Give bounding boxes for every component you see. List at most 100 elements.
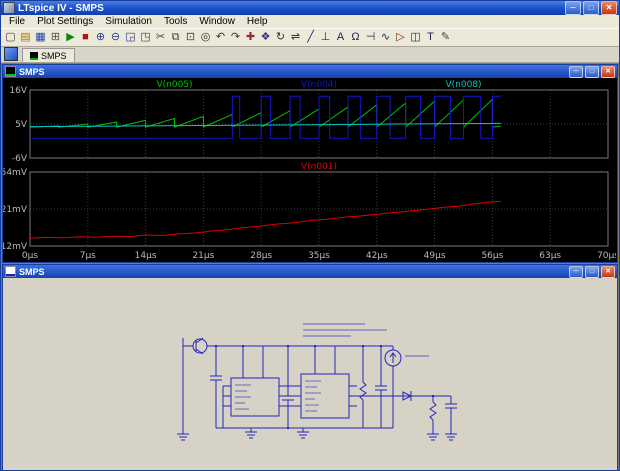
menu-file[interactable]: File	[3, 16, 31, 27]
tool-find-icon[interactable]: ◎	[198, 30, 213, 45]
tab-smps[interactable]: SMPS	[22, 48, 75, 62]
waveform-window-icon	[5, 66, 16, 77]
ground-symbol	[445, 430, 457, 440]
tool-capacitor-icon[interactable]: ⊣	[363, 30, 378, 45]
tool-open-file-icon[interactable]: ▤	[18, 30, 33, 45]
tool-zoom-fit-icon[interactable]: ◳	[138, 30, 153, 45]
tool-zoom-in-icon[interactable]: ⊕	[93, 30, 108, 45]
tool-ground-icon[interactable]: ⊥	[318, 30, 333, 45]
tool-rotate-icon[interactable]: ↻	[273, 30, 288, 45]
window-title: LTspice IV - SMPS	[18, 3, 562, 14]
menubar: File Plot Settings Simulation Tools Wind…	[1, 15, 619, 28]
capacitor-symbol	[282, 396, 294, 400]
ic1-symbol	[223, 378, 287, 428]
ground-symbol	[245, 428, 257, 438]
schematic-close-button[interactable]: ✕	[601, 266, 615, 278]
tool-cut-icon[interactable]: ✂	[153, 30, 168, 45]
tool-net-label-icon[interactable]: A	[333, 30, 348, 45]
app-icon	[3, 2, 15, 14]
waveform-close-button[interactable]: ✕	[601, 66, 615, 78]
tool-copy-icon[interactable]: ⧉	[168, 30, 183, 45]
menu-window[interactable]: Window	[193, 16, 241, 27]
schematic-drawing	[177, 324, 457, 440]
waveform-maximize-button[interactable]: □	[585, 66, 599, 78]
svg-text:49μs: 49μs	[424, 251, 446, 261]
tool-text-tool-icon[interactable]: T	[423, 30, 438, 45]
resistor-symbol	[360, 382, 366, 400]
active-window-icon[interactable]	[4, 47, 18, 61]
tool-zoom-out-icon[interactable]: ⊖	[108, 30, 123, 45]
capacitor-symbol	[375, 386, 387, 390]
tool-run-icon[interactable]: ▶	[63, 30, 78, 45]
svg-text:V(n008): V(n008)	[445, 80, 481, 90]
ic2-symbol	[287, 374, 357, 418]
tool-undo-icon[interactable]: ↶	[213, 30, 228, 45]
svg-text:56μs: 56μs	[481, 251, 503, 261]
svg-text:16V: 16V	[9, 86, 27, 96]
tool-redo-icon[interactable]: ↷	[228, 30, 243, 45]
waveform-window-title: SMPS	[19, 67, 566, 77]
schematic-window-title: SMPS	[19, 267, 566, 277]
tool-inductor-icon[interactable]: ∿	[378, 30, 393, 45]
schematic-titlebar[interactable]: SMPS ─ □ ✕	[3, 265, 617, 278]
schematic-window-icon	[5, 266, 16, 277]
svg-text:V(n005): V(n005)	[156, 80, 192, 90]
ltspice-main-window: LTspice IV - SMPS ─ □ ✕ File Plot Settin…	[0, 0, 620, 471]
schematic-window-buttons: ─ □ ✕	[569, 266, 615, 278]
tool-spice-directive-icon[interactable]: ✎	[438, 30, 453, 45]
tool-zoom-area-icon[interactable]: ◲	[123, 30, 138, 45]
svg-text:7μs: 7μs	[80, 251, 96, 261]
menu-simulation[interactable]: Simulation	[99, 16, 158, 27]
tool-save-file-icon[interactable]: ▦	[33, 30, 48, 45]
tool-new-schematic-icon[interactable]: ▢	[3, 30, 18, 45]
tool-move-icon[interactable]: ✚	[243, 30, 258, 45]
capacitor-symbol	[445, 404, 457, 408]
svg-text:54mV: 54mV	[3, 168, 28, 178]
current-source-symbol	[385, 346, 429, 428]
tool-diode-icon[interactable]: ▷	[393, 30, 408, 45]
tool-draw-wire-icon[interactable]: ╱	[303, 30, 318, 45]
svg-text:-6V: -6V	[12, 154, 28, 164]
schematic-minimize-button[interactable]: ─	[569, 266, 583, 278]
capacitor-symbol	[210, 376, 222, 380]
waveform-minimize-button[interactable]: ─	[569, 66, 583, 78]
maximize-button[interactable]: □	[583, 1, 599, 15]
ground-symbol	[427, 430, 439, 440]
svg-text:70μs: 70μs	[597, 251, 616, 261]
svg-text:28μs: 28μs	[250, 251, 272, 261]
svg-text:V(n004): V(n004)	[301, 80, 337, 90]
svg-text:63μs: 63μs	[539, 251, 561, 261]
close-button[interactable]: ✕	[601, 1, 617, 15]
svg-text:0μs: 0μs	[22, 251, 38, 261]
waveform-plot-area: 16V5V-6VV(n005)V(n004)V(n008)54mV21mV-12…	[3, 78, 617, 262]
spice-directive-text	[303, 324, 387, 336]
resistor-symbol	[430, 402, 436, 420]
menu-tools[interactable]: Tools	[158, 16, 193, 27]
waveform-plot[interactable]: 16V5V-6VV(n005)V(n004)V(n008)54mV21mV-12…	[3, 78, 616, 262]
tool-paste-icon[interactable]: ⊡	[183, 30, 198, 45]
svg-text:5V: 5V	[15, 120, 28, 130]
tool-component-icon[interactable]: ◫	[408, 30, 423, 45]
svg-text:21mV: 21mV	[3, 205, 28, 215]
menu-plot-settings[interactable]: Plot Settings	[31, 16, 99, 27]
window-titlebar[interactable]: LTspice IV - SMPS ─ □ ✕	[1, 1, 619, 15]
tool-mirror-icon[interactable]: ⇌	[288, 30, 303, 45]
ground-symbol	[177, 430, 189, 440]
waveform-titlebar[interactable]: SMPS ─ □ ✕	[3, 65, 617, 78]
schematic-area	[3, 278, 617, 471]
tool-resistor-icon[interactable]: Ω	[348, 30, 363, 45]
tool-drag-icon[interactable]: ❖	[258, 30, 273, 45]
schematic-maximize-button[interactable]: □	[585, 266, 599, 278]
transistor-symbol	[193, 338, 207, 354]
tool-halt-icon[interactable]: ■	[78, 30, 93, 45]
window-buttons: ─ □ ✕	[565, 1, 617, 15]
mdi-area: SMPS ─ □ ✕ 16V 5V -6V V(n005) V(n004) V(n008)…	[1, 63, 619, 471]
toolbar: ▢▤▦⊞▶■⊕⊖◲◳✂⧉⊡◎↶↷✚❖↻⇌╱⊥AΩ⊣∿▷◫T✎	[1, 28, 619, 47]
schematic-canvas[interactable]	[3, 278, 616, 471]
svg-text:42μs: 42μs	[366, 251, 388, 261]
waveform-window-buttons: ─ □ ✕	[569, 66, 615, 78]
waveform-tab-icon	[30, 52, 38, 60]
menu-help[interactable]: Help	[241, 16, 274, 27]
minimize-button[interactable]: ─	[565, 1, 581, 15]
tool-control-panel-icon[interactable]: ⊞	[48, 30, 63, 45]
